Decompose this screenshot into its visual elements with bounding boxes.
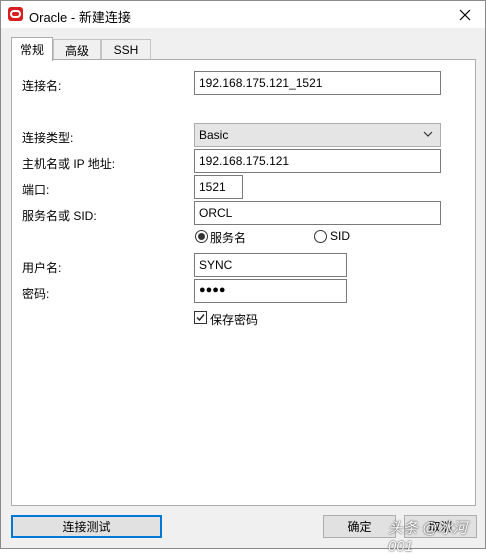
new-connection-dialog: Oracle - 新建连接 常规 高级 SSH 连接名: 192.168.175… [0,0,486,555]
host-label: 主机名或 IP 地址: [22,157,116,171]
connection-type-label: 连接类型: [22,131,74,145]
connection-type-select[interactable]: Basic [194,123,441,147]
username-input[interactable]: SYNC [194,253,347,277]
tab-ssh[interactable]: SSH [101,39,151,60]
checkmark-icon [196,314,205,322]
port-input[interactable]: 1521 [194,175,243,199]
connection-type-value: Basic [199,128,229,142]
port-label: 端口: [22,183,50,197]
oracle-app-icon [8,7,23,21]
ok-button[interactable]: 确定 [323,515,396,538]
password-input[interactable]: ●●●● [194,279,347,303]
save-password-label: 保存密码 [210,313,259,327]
tab-advanced[interactable]: 高级 [53,39,101,60]
close-button[interactable] [445,1,485,28]
sid-radio[interactable] [314,230,327,243]
host-input[interactable]: 192.168.175.121 [194,149,441,173]
service-label: 服务名或 SID: [22,209,97,223]
sid-radio-label: SID [330,229,351,243]
close-icon [459,9,471,20]
window-title: Oracle - 新建连接 [29,10,131,25]
username-label: 用户名: [22,261,62,275]
chevron-down-icon [423,131,433,137]
save-password-checkbox[interactable] [194,311,207,324]
service-input[interactable]: ORCL [194,201,441,225]
password-label: 密码: [22,287,50,301]
test-connection-button[interactable]: 连接测试 [11,515,162,538]
service-name-radio[interactable] [195,230,208,243]
connection-name-input[interactable]: 192.168.175.121_1521 [194,71,441,95]
service-name-radio-label: 服务名 [210,231,247,245]
title-bar: Oracle - 新建连接 [1,1,485,28]
connection-name-label: 连接名: [22,79,62,93]
watermark: 头条 @冰河001 [388,520,468,555]
tab-general[interactable]: 常规 [11,37,53,61]
